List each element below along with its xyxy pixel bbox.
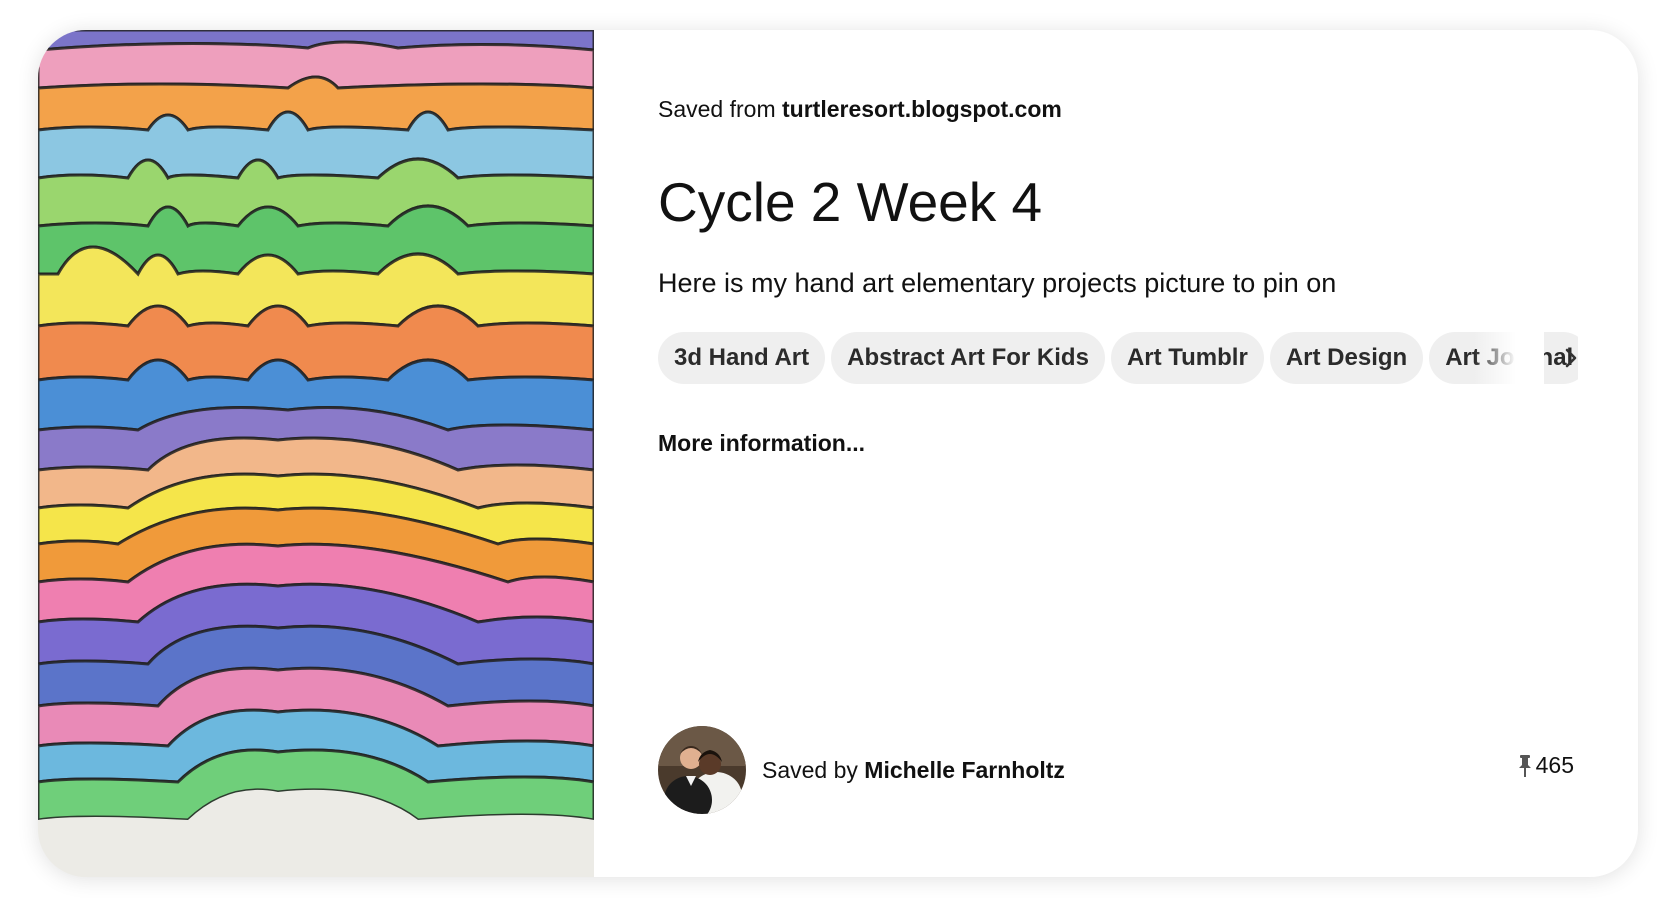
saved-by-prefix: Saved by xyxy=(762,756,858,783)
saved-from-prefix: Saved from xyxy=(658,96,776,122)
saved-by-text: Saved by Michelle Farnholtz xyxy=(762,757,1065,784)
pin-image[interactable] xyxy=(38,30,594,877)
saved-by: Saved by Michelle Farnholtz xyxy=(658,725,1065,815)
pin-description: Here is my hand art elementary projects … xyxy=(658,268,1337,298)
tags-fade xyxy=(1474,332,1544,384)
tag-chip[interactable]: Art Design xyxy=(1269,332,1424,384)
pin-card: Saved from turtleresort.blogspot.com Cyc… xyxy=(38,30,1638,877)
pin-title: Cycle 2 Week 4 xyxy=(658,171,1043,233)
tag-list: 3d Hand Art Abstract Art For Kids Art Tumb… xyxy=(658,332,1578,384)
user-photo xyxy=(658,726,746,814)
saved-from: Saved from turtleresort.blogspot.com xyxy=(658,96,1062,123)
saved-by-user-link[interactable]: Michelle Farnholtz xyxy=(864,757,1065,783)
save-count: 465 xyxy=(1518,752,1574,779)
chevron-right-icon xyxy=(1565,348,1577,368)
pushpin-icon xyxy=(1518,754,1532,778)
avatar[interactable] xyxy=(658,726,746,814)
tag-chip[interactable]: Art Tumblr xyxy=(1110,332,1264,384)
tags-next-button[interactable] xyxy=(1556,340,1586,376)
hand-art-rainbow-image xyxy=(38,30,594,877)
tag-chip[interactable]: 3d Hand Art xyxy=(658,332,826,384)
source-domain-link[interactable]: turtleresort.blogspot.com xyxy=(782,96,1062,122)
more-information-link[interactable]: More information... xyxy=(658,430,865,457)
pin-details: Saved from turtleresort.blogspot.com Cyc… xyxy=(594,30,1638,877)
tag-chip[interactable]: Abstract Art For Kids xyxy=(831,332,1105,384)
save-count-value: 465 xyxy=(1535,752,1574,778)
